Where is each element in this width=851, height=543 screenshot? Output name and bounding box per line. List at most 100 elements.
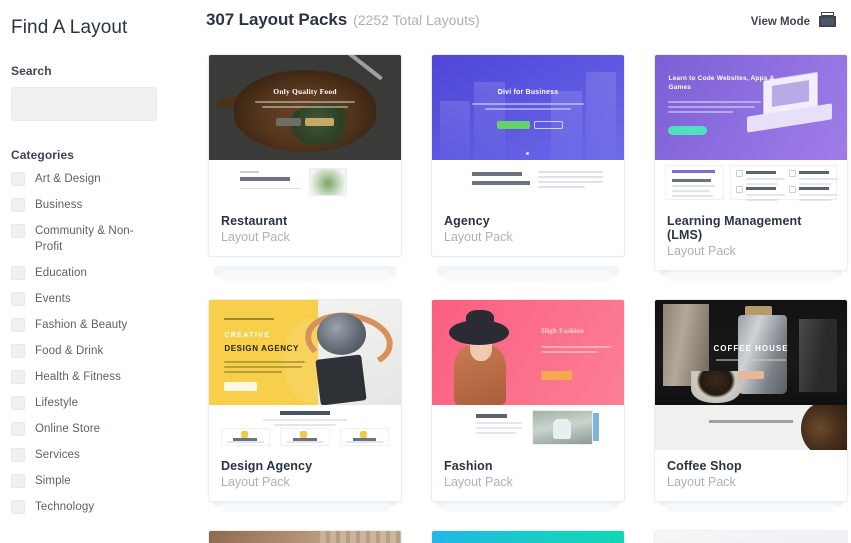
category-item-education[interactable]: Education [11, 265, 196, 281]
category-item-events[interactable]: Events [11, 291, 196, 307]
card-thumbnail: High Fashion [432, 300, 624, 450]
feature-icon [735, 186, 743, 194]
category-item-technology[interactable]: Technology [11, 499, 196, 515]
category-label: Online Store [35, 423, 101, 435]
carousel-dot-icon [526, 151, 530, 155]
card-caption: Learning Management (LMS) Layout Pack [655, 205, 847, 270]
feature-card [280, 428, 330, 447]
layout-pack-card-lms[interactable]: Learn to Code Websites, Apps & Games Lea… [654, 54, 848, 271]
checkbox-icon[interactable] [11, 370, 25, 384]
checkbox-icon[interactable] [11, 198, 25, 212]
category-item-online-store[interactable]: Online Store [11, 421, 196, 437]
category-item-business[interactable]: Business [11, 197, 196, 213]
card-caption: Restaurant Layout Pack [209, 205, 401, 256]
card-subtitle: Layout Pack [444, 475, 513, 489]
checkbox-icon[interactable] [11, 422, 25, 436]
hero-body-lines [541, 346, 611, 356]
hero-heading: High Fashion [541, 327, 585, 336]
hero-body-lines [668, 101, 761, 116]
checkbox-icon[interactable] [11, 448, 25, 462]
view-mode-label: View Mode [750, 16, 810, 28]
card-caption: Fashion Layout Pack [432, 450, 624, 501]
category-item-health-fitness[interactable]: Health & Fitness [11, 369, 196, 385]
layout-pack-card-farm[interactable]: Bringing Local Farmers Right to your Tab… [208, 530, 402, 543]
layout-pack-card-wrapper: Learn to Code Websites, Apps & Games Lea… [654, 54, 848, 271]
feature-icon [789, 186, 797, 194]
hero-button-primary [737, 371, 765, 380]
checkbox-icon[interactable] [11, 500, 25, 514]
layout-pack-card-wrapper: Only Quality Food Restaurant Layout Pack [208, 54, 402, 271]
layout-pack-card-wrapper: COFFEE HOUSE Coffee Shop Layout Pack [654, 299, 848, 502]
category-label: Services [35, 449, 80, 461]
card-title: Coffee Shop [667, 459, 742, 473]
category-label: Events [35, 293, 71, 305]
layout-pack-card-restaurant[interactable]: Only Quality Food Restaurant Layout Pack [208, 54, 402, 257]
preview-subheading [476, 414, 507, 418]
layout-pack-card-fashion[interactable]: High Fashion Fashion Layout Pack [431, 299, 625, 502]
card-hero-preview: High Fashion [432, 300, 624, 405]
category-item-simple[interactable]: Simple [11, 473, 196, 489]
checkbox-icon[interactable] [11, 344, 25, 358]
model-photo [447, 308, 512, 405]
checkbox-icon[interactable] [11, 224, 25, 238]
card-title: Agency [444, 214, 490, 228]
layout-pack-card-yoga[interactable]: Divi Yoga Studio Balance, Mind & [431, 530, 625, 543]
category-label: Simple [35, 475, 71, 487]
card-thumbnail: Only Quality Food [209, 55, 401, 205]
preview-subheading [672, 169, 715, 174]
card-body-preview [432, 160, 624, 205]
checkbox-icon[interactable] [11, 474, 25, 488]
layout-pack-grid: Only Quality Food Restaurant Layout Pack… [204, 44, 848, 502]
card-hero-preview: Only Quality Food [209, 55, 401, 160]
category-item-art-design[interactable]: Art & Design [11, 171, 196, 187]
hero-button-primary [305, 118, 334, 126]
card-hero-preview: Divi Yoga Studio Balance, Mind & [432, 531, 624, 543]
search-label: Search [11, 64, 52, 78]
header-titles: 307 Layout Packs (2252 Total Layouts) [206, 10, 480, 30]
hero-button-primary [668, 126, 707, 136]
card-thumbnail: Learn to Code Websites, Apps & Games [655, 55, 847, 205]
category-label: Business [35, 199, 83, 211]
category-item-fashion-beauty[interactable]: Fashion & Beauty [11, 317, 196, 333]
checkbox-icon[interactable] [11, 172, 25, 186]
search-input[interactable] [11, 87, 157, 121]
category-list: Art & Design Business Community & Non-Pr… [11, 171, 196, 515]
card-thumbnail: COFFEE HOUSE [655, 300, 847, 450]
card-title: Restaurant [221, 214, 288, 228]
layout-pack-card-wrapper: CREATIVE DESIGN AGENCY Design Agency Lay… [208, 299, 402, 502]
hero-body-lines [716, 358, 786, 364]
hero-button-secondary [533, 121, 563, 130]
category-item-lifestyle[interactable]: Lifestyle [11, 395, 196, 411]
preview-subheading [472, 171, 523, 176]
card-caption: Design Agency Layout Pack [209, 450, 401, 501]
card-body-preview [655, 405, 847, 450]
card-body-preview [432, 405, 624, 450]
card-caption: Agency Layout Pack [432, 205, 624, 256]
category-item-food-drink[interactable]: Food & Drink [11, 343, 196, 359]
view-mode-toggle[interactable]: View Mode [751, 12, 836, 32]
card-title: Design Agency [221, 459, 313, 473]
card-caption: Coffee Shop Layout Pack [655, 450, 847, 501]
category-label: Health & Fitness [35, 371, 121, 383]
preview-subheading [280, 411, 330, 416]
checkbox-icon[interactable] [11, 396, 25, 410]
feature-icon [735, 169, 743, 177]
hero-heading: COFFEE HOUSE [713, 344, 789, 354]
checkbox-icon[interactable] [11, 292, 25, 306]
layout-pack-card-coffee-shop[interactable]: COFFEE HOUSE Coffee Shop Layout Pack [654, 299, 848, 502]
checkbox-icon[interactable] [11, 318, 25, 332]
category-item-services[interactable]: Services [11, 447, 196, 463]
feature-card [339, 428, 390, 447]
card-hero-preview: Bringing Local Farmers Right to your Tab… [209, 531, 401, 543]
preview-subheading [239, 177, 290, 182]
layout-pack-card-design-agency[interactable]: CREATIVE DESIGN AGENCY Design Agency Lay… [208, 299, 402, 502]
layout-pack-card-agency[interactable]: Divi for Business Agency Layout Pack [431, 54, 625, 257]
preview-text-lines [672, 185, 715, 200]
grid-layers-icon[interactable] [819, 12, 836, 32]
category-item-community-non-profit[interactable]: Community & Non-Profit [11, 223, 196, 255]
checkbox-icon[interactable] [11, 266, 25, 280]
hero-heading: DESIGN AGENCY [224, 344, 299, 354]
feature-card [220, 428, 271, 447]
layout-pack-card-unknown[interactable] [654, 530, 848, 543]
main-header: 307 Layout Packs (2252 Total Layouts) Vi… [204, 10, 848, 44]
